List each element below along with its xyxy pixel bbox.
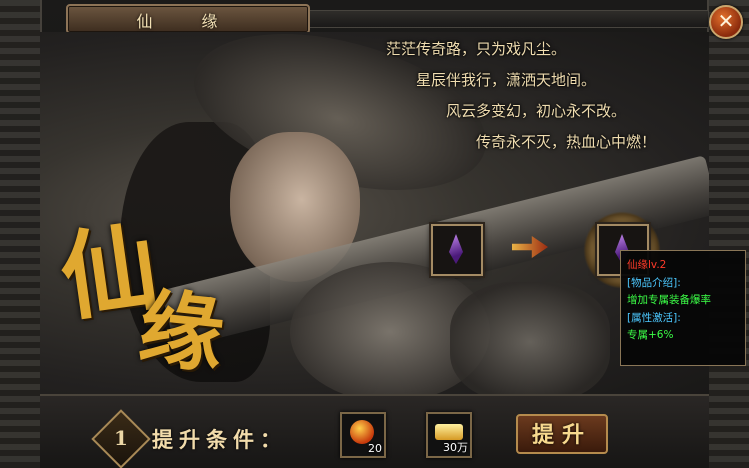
poem-line: 茫茫传奇路，只为戏凡尘。 xyxy=(386,40,567,58)
upgrade-button[interactable]: 提升 xyxy=(516,414,608,454)
tooltip-intro-text: 增加专属装备爆率 xyxy=(627,294,711,306)
dragon-border-right xyxy=(707,0,749,468)
top-strip xyxy=(300,10,709,28)
window-title: 仙 缘 xyxy=(136,12,240,31)
cost-slot-gold[interactable]: 30万 xyxy=(426,412,472,458)
gold-ingot-icon xyxy=(435,424,463,440)
hero-shoulder xyxy=(450,282,610,394)
tooltip-attr-header: [属性激活]: xyxy=(627,311,681,324)
level-number: 1 xyxy=(114,426,128,450)
cost-quantity: 30万 xyxy=(443,441,468,454)
condition-label: 提升条件： xyxy=(152,427,287,452)
cost-slot-fire-orb[interactable]: 20 xyxy=(340,412,386,458)
poem-line: 风云多变幻，初心永不改。 xyxy=(446,102,627,120)
item-tooltip: 仙缘lv.2 [物品介绍]: 增加专属装备爆率 [属性激活]: 专属+6% xyxy=(620,250,746,366)
close-button[interactable]: ✕ xyxy=(709,5,743,39)
tooltip-intro-header: [物品介绍]: xyxy=(627,276,681,289)
poem: 茫茫传奇路，只为戏凡尘。 星辰伴我行，潇洒天地间。 风云多变幻，初心永不改。 传… xyxy=(330,34,670,158)
poem-line: 传奇永不灭，热血心中燃！ xyxy=(476,133,657,151)
game-window: 仙 缘 ✕ 茫茫传奇路，只为戏凡尘。 星辰伴我行，潇洒天地间。 风云多变幻，初心… xyxy=(0,0,749,468)
current-item-slot[interactable] xyxy=(431,224,483,276)
tooltip-attr-text: 专属+6% xyxy=(627,329,674,341)
fire-orb-icon xyxy=(350,420,374,444)
cost-quantity: 20 xyxy=(368,442,382,455)
title-bar: 仙 缘 xyxy=(66,4,310,34)
purple-gem-icon xyxy=(449,234,463,264)
calligraphy-char: 缘 xyxy=(134,277,229,386)
dragon-border-left xyxy=(0,0,42,468)
tooltip-item-name: 仙缘lv.2 xyxy=(627,259,667,271)
poem-line: 星辰伴我行，潇洒天地间。 xyxy=(416,71,597,89)
